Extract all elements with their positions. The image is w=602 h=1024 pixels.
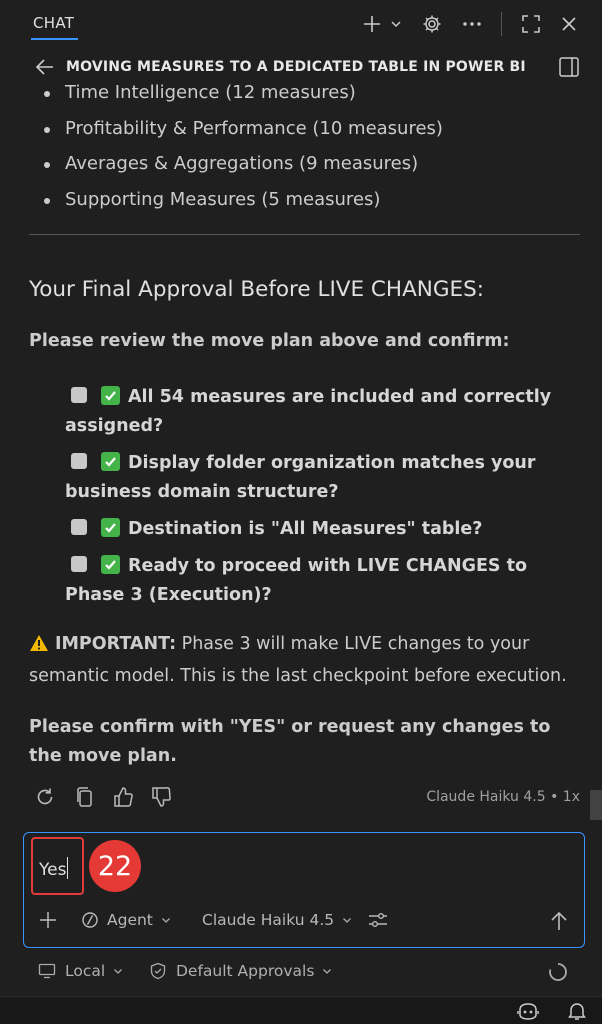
approvals-label: Default Approvals — [176, 962, 315, 980]
check-mark-icon — [101, 386, 120, 405]
model-picker[interactable]: Claude Haiku 4.5 — [202, 911, 352, 929]
retry-icon[interactable] — [34, 786, 56, 812]
list-item: Profitability & Performance (10 measures… — [44, 118, 443, 154]
checklist-item-text: All 54 measures are included and correct… — [65, 387, 552, 436]
chat-tab[interactable]: CHAT — [33, 14, 74, 32]
chat-panel-topbar: CHAT — [0, 0, 602, 50]
loading-spinner-icon — [548, 962, 568, 982]
gear-icon[interactable] — [420, 10, 444, 38]
model-meta: Claude Haiku 4.5 • 1x — [426, 789, 580, 805]
maximize-icon[interactable] — [519, 10, 543, 38]
approval-checklist: All 54 measures are included and correct… — [65, 383, 585, 618]
tools-settings-icon[interactable] — [368, 911, 388, 929]
checklist-item-text: Destination is "All Measures" table? — [128, 519, 483, 539]
list-item: Supporting Measures (5 measures) — [44, 189, 443, 225]
approvals-picker[interactable]: Default Approvals — [150, 962, 332, 980]
attach-plus-icon[interactable] — [39, 911, 57, 929]
checkbox[interactable] — [71, 453, 87, 469]
check-mark-icon — [101, 452, 120, 471]
plus-icon[interactable] — [360, 10, 384, 38]
chevron-down-icon — [323, 969, 332, 974]
copy-icon[interactable] — [74, 786, 96, 812]
checklist-item-text: Ready to proceed with LIVE CHANGES to Ph… — [65, 556, 527, 605]
shield-icon — [150, 962, 166, 980]
important-note: IMPORTANT: Phase 3 will make LIVE change… — [29, 630, 579, 691]
check-mark-icon — [101, 555, 120, 574]
checklist-item: All 54 measures are included and correct… — [65, 383, 585, 441]
chevron-down-icon — [161, 918, 170, 923]
copilot-icon[interactable] — [516, 1001, 540, 1024]
mode-picker[interactable]: Agent — [81, 911, 171, 929]
thumbs-down-icon[interactable] — [150, 786, 172, 812]
bell-icon[interactable] — [567, 1001, 587, 1024]
checklist-item: Display folder organization matches your… — [65, 449, 585, 507]
checklist-item: Destination is "All Measures" table? — [65, 515, 585, 544]
category-list: Time Intelligence (12 measures) Profitab… — [44, 82, 443, 224]
important-label: IMPORTANT: — [55, 634, 177, 654]
send-icon[interactable] — [550, 911, 568, 931]
checkbox[interactable] — [71, 387, 87, 403]
checkbox[interactable] — [71, 519, 87, 535]
input-toolbar: Agent Claude Haiku 4.5 — [24, 907, 584, 937]
annotation-highlight-box — [31, 837, 84, 895]
checklist-item-text: Display folder organization matches your… — [65, 453, 536, 502]
checklist-item: Ready to proceed with LIVE CHANGES to Ph… — [65, 552, 585, 610]
chevron-down-icon — [114, 969, 123, 974]
list-item: Time Intelligence (12 measures) — [44, 82, 443, 118]
conversation-title: MOVING MEASURES TO A DEDICATED TABLE IN … — [66, 59, 526, 75]
check-mark-icon — [101, 518, 120, 537]
annotation-number-badge: 22 — [89, 840, 141, 892]
location-picker[interactable]: Local — [38, 962, 123, 980]
thumbs-up-icon[interactable] — [112, 786, 134, 812]
checkbox[interactable] — [71, 556, 87, 572]
agent-icon — [82, 912, 98, 928]
message-actions: Claude Haiku 4.5 • 1x — [30, 786, 582, 810]
scrollbar-thumb[interactable] — [590, 790, 602, 820]
session-options-row: Local Default Approvals — [0, 958, 602, 986]
conversation-header: MOVING MEASURES TO A DEDICATED TABLE IN … — [0, 54, 602, 82]
chat-input-box[interactable]: Yes 22 Agent Claude Haiku 4.5 — [23, 832, 585, 948]
chevron-down-icon — [343, 918, 352, 923]
close-icon[interactable] — [557, 10, 581, 38]
panel-toggle-icon[interactable] — [558, 56, 580, 82]
back-arrow-icon[interactable] — [34, 56, 56, 82]
ellipsis-icon[interactable] — [460, 10, 484, 38]
status-bar — [0, 996, 602, 1024]
mode-label: Agent — [107, 911, 153, 929]
warning-icon — [29, 633, 49, 662]
location-label: Local — [65, 962, 106, 980]
toolbar-separator — [501, 12, 502, 36]
list-item: Averages & Aggregations (9 measures) — [44, 153, 443, 189]
confirm-prompt: Please confirm with "YES" or request any… — [29, 717, 551, 766]
horizontal-rule — [29, 234, 580, 235]
approval-heading: Your Final Approval Before LIVE CHANGES: — [29, 277, 485, 302]
model-label: Claude Haiku 4.5 — [202, 911, 335, 929]
approval-intro: Please review the move plan above and co… — [29, 331, 510, 351]
chevron-down-icon[interactable] — [388, 10, 404, 38]
active-tab-indicator — [31, 38, 78, 40]
monitor-icon — [38, 963, 56, 979]
